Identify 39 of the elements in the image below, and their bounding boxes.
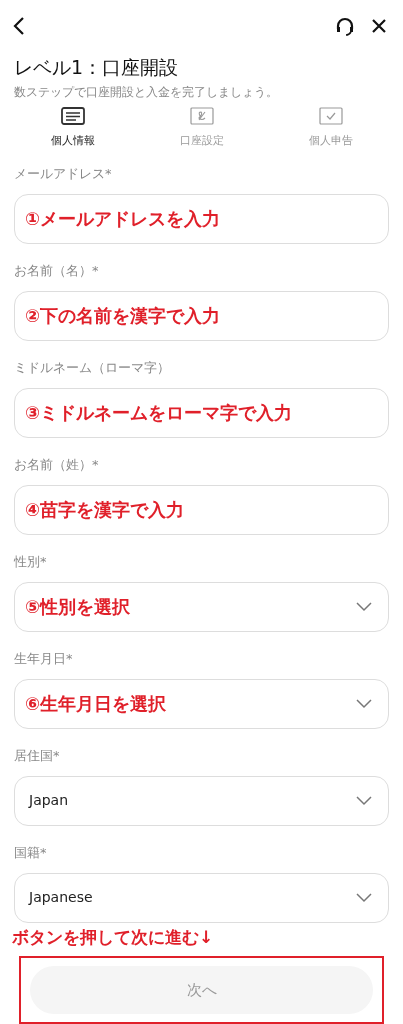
annotation-text: ③ミドルネームをローマ字で入力 [25, 401, 293, 425]
step-tab[interactable]: 個人申告 [308, 133, 353, 150]
field-label: 性別* [14, 552, 48, 571]
checkbox-icon [318, 107, 343, 125]
field-label: メールアドレス* [14, 164, 113, 183]
dropdown-field[interactable]: ⑤性別を選択 [14, 581, 389, 632]
annotation-text: ⑤性別を選択 [25, 595, 131, 619]
input-field[interactable]: ①メールアドレスを入力 [14, 193, 389, 244]
dropdown-field[interactable]: Japanese [14, 872, 389, 923]
back-icon[interactable] [12, 15, 26, 36]
step-tab[interactable]: 口座設定 [179, 133, 224, 150]
chevron-down-icon [356, 698, 372, 709]
chevron-down-icon [356, 795, 372, 806]
chevron-down-icon [356, 892, 372, 903]
field-value: Japan [29, 791, 69, 810]
page-title: レベル1：口座開設 [14, 55, 180, 80]
annotation-text: ④苗字を漢字で入力 [25, 498, 185, 522]
headset-icon[interactable] [335, 15, 355, 36]
annotation-text: ②下の名前を漢字で入力 [25, 304, 221, 328]
input-field[interactable]: ③ミドルネームをローマ字で入力 [14, 387, 389, 438]
dropdown-field[interactable]: ⑥生年月日を選択 [14, 678, 389, 729]
document-icon [60, 107, 85, 125]
field-label: ミドルネーム（ローマ字） [14, 358, 171, 377]
annotation-text: ⑥生年月日を選択 [25, 692, 167, 716]
field-label: 国籍* [14, 843, 48, 862]
field-label: 居住国* [14, 746, 61, 765]
subtitle: 数ステップで口座開設と入金を完了しましょう。 [14, 84, 279, 101]
chevron-down-icon [356, 601, 372, 612]
signature-icon [189, 107, 214, 125]
step-tab[interactable]: 個人情報 [50, 133, 95, 150]
field-value: Japanese [29, 888, 93, 907]
field-label: お名前（姓）* [14, 455, 100, 474]
field-label: お名前（名）* [14, 261, 100, 280]
input-field[interactable]: ②下の名前を漢字で入力 [14, 290, 389, 341]
close-icon[interactable] [371, 17, 387, 34]
input-field[interactable]: ④苗字を漢字で入力 [14, 484, 389, 535]
field-label: 生年月日* [14, 649, 74, 668]
annotation-text: ①メールアドレスを入力 [25, 207, 221, 231]
dropdown-field[interactable]: Japan [14, 775, 389, 826]
